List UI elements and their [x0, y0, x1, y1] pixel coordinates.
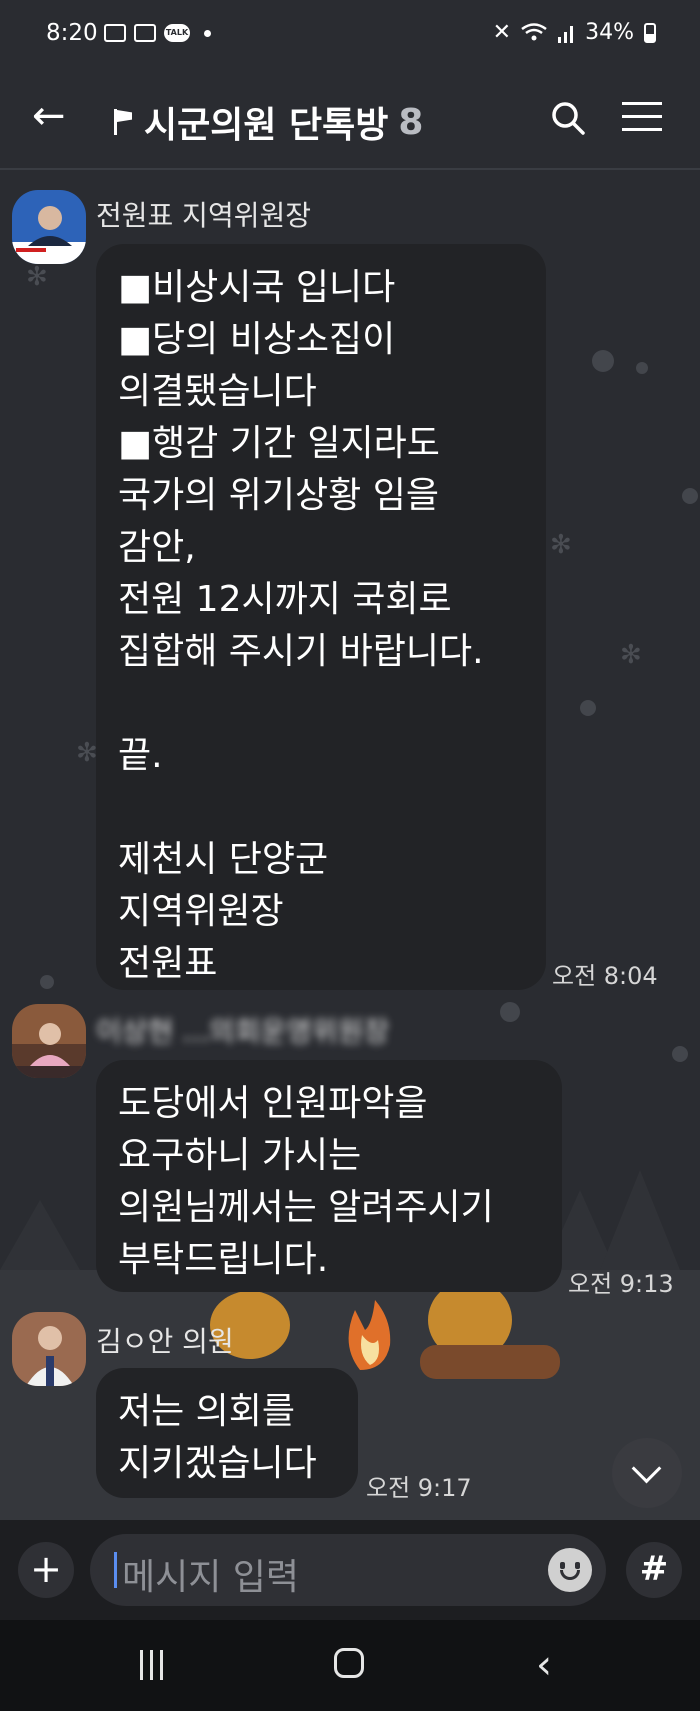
- wifi-icon: [521, 22, 547, 40]
- sender-name: 이상현 ...의회운영위원장: [96, 1015, 390, 1048]
- snow-dot: [40, 975, 54, 989]
- mute-icon: ✕: [492, 20, 512, 45]
- message-time: 오전 9:17: [366, 1474, 472, 1502]
- input-placeholder: 메시지 입력: [122, 1557, 300, 1598]
- message-bubble[interactable]: 저는 의회를 지키겠습니다: [96, 1368, 358, 1498]
- message-input[interactable]: 메시지 입력: [90, 1534, 606, 1606]
- chat-title-group[interactable]: 시군의원 단톡방 8: [112, 96, 423, 148]
- recent-apps-icon[interactable]: [140, 1650, 170, 1680]
- snow-dot: [682, 488, 698, 504]
- chat-header: ← 시군의원 단톡방 8: [0, 70, 700, 170]
- battery-percent: 34%: [585, 20, 634, 45]
- snow-dot: [580, 700, 596, 716]
- mail-icon: [134, 24, 156, 42]
- message-input-bar: + 메시지 입력 #: [0, 1520, 700, 1620]
- message-bubble[interactable]: 도당에서 인원파악을 요구하니 가시는 의원님께서는 알려주시기 부탁드립니다.: [96, 1060, 562, 1292]
- snowflake-decoration: ✻: [76, 738, 98, 768]
- nav-back-icon[interactable]: ‹: [536, 1642, 552, 1688]
- kakaotalk-icon: TALK: [164, 24, 190, 42]
- back-arrow-icon[interactable]: ←: [32, 96, 66, 136]
- system-navigation-bar: ‹: [0, 1620, 700, 1711]
- sender-avatar[interactable]: [12, 1312, 86, 1386]
- sender-avatar[interactable]: [12, 1004, 86, 1078]
- emoji-icon[interactable]: [548, 1548, 592, 1592]
- sender-avatar[interactable]: [12, 190, 86, 264]
- notification-icons: TALK: [104, 24, 211, 42]
- system-icons: ✕ 34%: [493, 20, 656, 45]
- message-time: 오전 8:04: [552, 962, 658, 990]
- snowflake-decoration: ✻: [550, 530, 572, 560]
- message-bubble[interactable]: ■비상시국 입니다 ■당의 비상소집이 의결됐습니다 ■행감 기간 일지라도 국…: [96, 244, 546, 990]
- snow-dot: [500, 1002, 520, 1022]
- snowflake-decoration: ✻: [26, 262, 48, 292]
- scroll-to-bottom-button[interactable]: [612, 1438, 682, 1508]
- home-icon[interactable]: [334, 1648, 364, 1678]
- signal-icon: [558, 25, 574, 43]
- snow-dot: [636, 362, 648, 374]
- sender-name: 전원표 지역위원장: [96, 199, 311, 232]
- battery-icon: [644, 22, 656, 43]
- flag-icon: [112, 107, 134, 137]
- status-time: 8:20: [46, 20, 98, 46]
- hashtag-icon[interactable]: #: [626, 1542, 682, 1598]
- search-icon[interactable]: [548, 98, 588, 138]
- header-divider: [0, 168, 700, 170]
- plus-icon[interactable]: +: [18, 1542, 74, 1598]
- message-time: 오전 9:13: [568, 1270, 674, 1298]
- snowflake-decoration: ✻: [620, 640, 642, 670]
- member-count: 8: [398, 101, 424, 143]
- chat-title: 시군의원 단톡방: [144, 105, 389, 146]
- gallery-icon: [104, 24, 126, 42]
- hamburger-menu-icon[interactable]: [622, 102, 662, 132]
- snow-dot: [592, 350, 614, 372]
- snow-dot: [672, 1046, 688, 1062]
- text-cursor: [114, 1552, 117, 1588]
- more-notifications-icon: [204, 29, 211, 37]
- status-bar: 8:20 TALK ✕ 34%: [0, 0, 700, 70]
- sender-name: 김ㅇ안 의원: [96, 1325, 234, 1358]
